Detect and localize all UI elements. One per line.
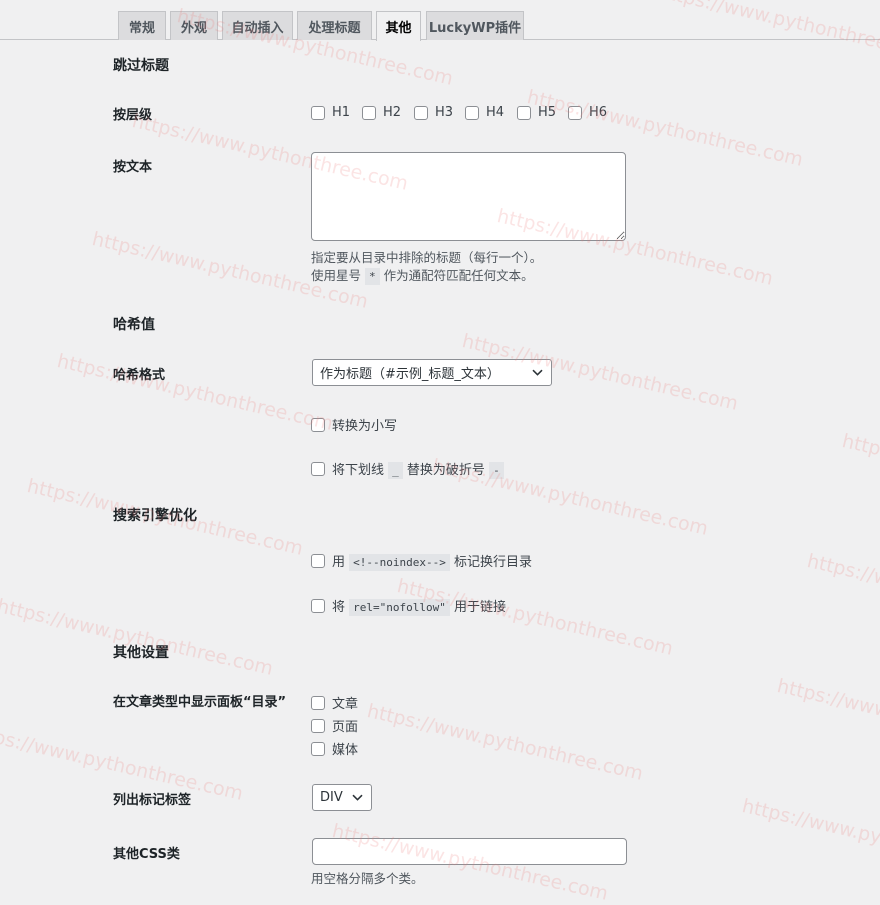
checkbox-post-type-post[interactable]: 文章 (311, 693, 358, 712)
label-post-types: 在文章类型中显示面板“目录” (113, 695, 287, 710)
checkbox-label: H5 (538, 105, 557, 120)
tab-general[interactable]: 常规 (118, 11, 166, 40)
select-value: DIV (320, 790, 343, 805)
checkbox-box[interactable] (311, 741, 325, 756)
checkbox-h1[interactable]: H1 (311, 105, 350, 120)
list-tag-select[interactable]: DIV (312, 784, 372, 811)
underscore-code: _ (388, 462, 403, 479)
watermark-text: https://www.pythonthree.com (775, 675, 880, 760)
checkbox-underscore-to-dash[interactable]: 将下划线 _ 替换为破折号 - (311, 459, 504, 479)
settings-tabs: 常规 外观 自动插入 处理标题 其他 LuckyWP插件 (0, 0, 880, 41)
checkbox-post-type-page[interactable]: 页面 (311, 716, 358, 735)
checkbox-h2[interactable]: H2 (362, 105, 401, 120)
checkbox-box[interactable] (311, 598, 325, 613)
watermark-text: https://www.pythonthree.com (365, 700, 646, 785)
watermark-text: https://www.pythonthree.com (55, 350, 336, 435)
description-line-1: 指定要从目录中排除的标题（每行一个）。 (311, 250, 543, 265)
chevron-down-icon (352, 794, 363, 801)
dash-code: - (489, 462, 504, 479)
label-list-tag: 列出标记标签 (113, 793, 192, 808)
checkbox-label: 文章 (332, 697, 359, 712)
tab-misc[interactable]: 其他 (376, 11, 421, 41)
checkbox-nofollow[interactable]: 将 rel="nofollow" 用于链接 (311, 596, 507, 616)
label-hash-format: 哈希格式 (113, 368, 166, 383)
checkbox-box[interactable] (311, 105, 325, 120)
checkbox-label: 用 <!--noindex--> 标记换行目录 (332, 554, 533, 571)
checkbox-label: 将 rel="nofollow" 用于链接 (332, 599, 507, 616)
checkbox-h6[interactable]: H6 (568, 105, 607, 120)
section-title-skip-headings: 跳过标题 (113, 58, 169, 74)
exclude-headings-textarea[interactable] (311, 152, 626, 241)
hash-format-select[interactable]: 作为标题（#示例_标题_文本） (312, 359, 552, 386)
checkbox-label: H4 (486, 105, 505, 120)
checkbox-box[interactable] (517, 105, 531, 120)
checkbox-box[interactable] (311, 461, 325, 476)
checkbox-label: 转换为小写 (332, 419, 398, 434)
watermark-text: https://www.pythonthree.com (395, 575, 676, 660)
checkbox-box[interactable] (311, 417, 325, 432)
label-by-level: 按层级 (113, 108, 153, 123)
tab-appearance[interactable]: 外观 (170, 11, 218, 40)
section-title-hash: 哈希值 (113, 317, 155, 333)
checkbox-h5[interactable]: H5 (517, 105, 556, 120)
css-class-description: 用空格分隔多个类。 (311, 871, 424, 886)
checkbox-box[interactable] (311, 718, 325, 733)
tab-auto-insert[interactable]: 自动插入 (222, 11, 293, 40)
nofollow-code: rel="nofollow" (349, 599, 450, 616)
watermark-text: https://www.pythonthree.com (740, 795, 880, 880)
section-title-seo: 搜索引擎优化 (113, 508, 197, 524)
checkbox-post-type-media[interactable]: 媒体 (311, 739, 358, 758)
watermark-text: https://www.pythonthree.com (805, 550, 880, 635)
checkbox-noindex[interactable]: 用 <!--noindex--> 标记换行目录 (311, 551, 533, 571)
description-line-2: 使用星号 * 作为通配符匹配任何文本。 (311, 268, 534, 285)
checkbox-label: H2 (383, 105, 402, 120)
checkbox-label: 将下划线 _ 替换为破折号 - (332, 459, 504, 479)
noindex-code: <!--noindex--> (349, 554, 450, 571)
watermark-text: https://www.pythonthree.com (0, 595, 276, 680)
checkbox-box[interactable] (362, 105, 376, 120)
label-css-class: 其他CSS类 (113, 847, 180, 862)
checkbox-h4[interactable]: H4 (465, 105, 504, 120)
wildcard-code: * (365, 268, 380, 285)
exclude-headings-description: 指定要从目录中排除的标题（每行一个）。 使用星号 * 作为通配符匹配任何文本。 (311, 249, 542, 286)
tab-headings[interactable]: 处理标题 (297, 11, 372, 40)
tab-luckywp-plugins[interactable]: LuckyWP插件 (426, 11, 524, 40)
checkbox-box[interactable] (311, 553, 325, 568)
label-by-text: 按文本 (113, 160, 153, 175)
checkbox-label: 媒体 (332, 743, 359, 758)
checkbox-lowercase[interactable]: 转换为小写 (311, 415, 397, 434)
checkbox-box[interactable] (568, 105, 582, 120)
checkbox-label: 页面 (332, 720, 359, 735)
checkbox-box[interactable] (311, 695, 325, 710)
css-class-input[interactable] (312, 838, 627, 865)
checkbox-box[interactable] (414, 105, 428, 120)
checkbox-label: H1 (332, 105, 351, 120)
watermark-text: https://www.pythonthree.com (840, 430, 880, 515)
section-title-other: 其他设置 (113, 645, 169, 661)
chevron-down-icon (532, 369, 543, 376)
checkbox-box[interactable] (465, 105, 479, 120)
select-value: 作为标题（#示例_标题_文本） (320, 367, 500, 382)
checkbox-h3[interactable]: H3 (414, 105, 453, 120)
checkbox-label: H3 (435, 105, 454, 120)
checkbox-label: H6 (589, 105, 608, 120)
